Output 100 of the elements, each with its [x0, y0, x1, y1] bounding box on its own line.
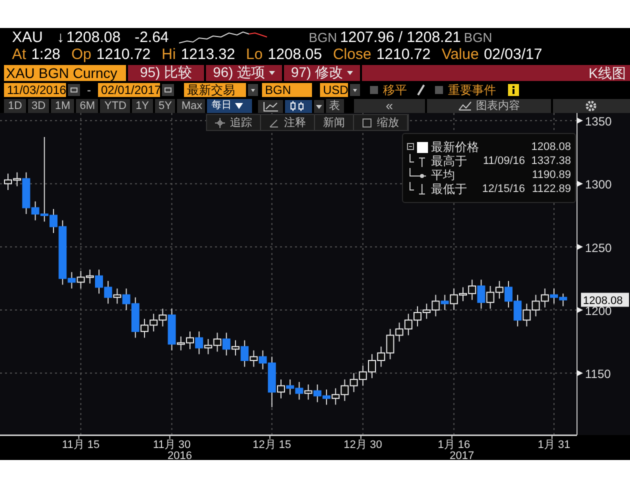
candlestick: [540, 288, 549, 308]
stat-label: Lo: [246, 46, 263, 63]
x-axis-label: 11月 15: [62, 439, 100, 451]
calendar-icon[interactable]: [68, 84, 80, 96]
security-field[interactable]: XAU BGN Curncy: [4, 65, 126, 81]
chart-tool-button[interactable]: 注释: [261, 115, 315, 130]
source-field[interactable]: BGN: [262, 83, 312, 97]
bid-source: BGN: [308, 30, 337, 44]
candlestick: [514, 294, 522, 327]
pencil-icon: [269, 118, 279, 128]
candlestick: [340, 378, 349, 402]
legend-date: 11/09/16: [482, 155, 525, 167]
line-chart-icon[interactable]: [258, 100, 283, 112]
ask-source: BGN: [464, 30, 492, 44]
chart-tool-button[interactable]: 新闻: [315, 115, 354, 130]
chart-tool-button[interactable]: 缩放: [354, 115, 408, 130]
stat-label: Hi: [162, 46, 176, 63]
settings-button[interactable]: [552, 99, 630, 113]
period-button[interactable]: 3D: [28, 99, 50, 113]
field-dropdown[interactable]: 最新交易: [184, 83, 246, 97]
period-button[interactable]: 1D: [4, 99, 26, 113]
menu-button[interactable]: 95) 比较: [128, 65, 204, 81]
candlestick: [404, 313, 412, 336]
candlestick: [150, 313, 158, 332]
candlestick: [358, 365, 367, 386]
checkbox[interactable]: [370, 86, 378, 94]
settings-icon: [585, 100, 598, 112]
candlestick: [313, 384, 322, 403]
candlestick: [422, 303, 431, 320]
stat-value: 1210.72: [376, 46, 431, 63]
chart-title: K线图: [588, 65, 626, 81]
period-button[interactable]: 1Y: [132, 99, 153, 113]
period-button[interactable]: Max: [177, 99, 206, 113]
year-label: 2016: [168, 450, 192, 460]
period-button[interactable]: YTD: [100, 99, 130, 113]
checkbox[interactable]: [435, 86, 443, 94]
stat-value: 02/03/17: [484, 46, 542, 63]
candlestick: [522, 303, 531, 327]
bid-ask: 1207.96 / 1208.21: [340, 28, 461, 46]
candlestick: [350, 372, 358, 393]
period-button[interactable]: 1M: [51, 99, 74, 113]
stat-value: 1213.32: [180, 46, 236, 63]
arrow-icon: ↓: [56, 28, 64, 46]
x-axis-label: 12月 30: [344, 439, 382, 451]
y-axis-label: 1300: [585, 178, 612, 192]
menu-button[interactable]: 97) 修改: [284, 65, 360, 81]
candlestick: [477, 279, 486, 310]
crosshair-icon: [215, 118, 225, 128]
candlestick: [213, 332, 222, 352]
square-icon: [407, 140, 429, 154]
candlestick-icon[interactable]: [284, 100, 312, 112]
frequency-dropdown[interactable]: 每日: [207, 99, 252, 113]
menu-button[interactable]: 96) 选项: [206, 65, 282, 81]
last-price-tag: 1208.08: [581, 292, 629, 307]
caret-icon[interactable]: [248, 84, 258, 96]
legend-value: 1190.89: [531, 169, 571, 181]
table-button[interactable]: 表: [326, 99, 344, 113]
stat-label: Op: [71, 46, 92, 63]
last-price: 1208.08: [66, 28, 121, 46]
legend-value: 1337.38: [530, 155, 571, 167]
x-axis-label: 1月 31: [538, 439, 570, 451]
info-icon[interactable]: [508, 84, 519, 96]
candlestick: [332, 388, 340, 406]
chart-contents-button[interactable]: 图表内容: [427, 99, 551, 113]
pencil-icon[interactable]: [417, 84, 425, 96]
legend-label: 最高于: [431, 153, 468, 169]
period-button[interactable]: 6M: [76, 99, 98, 113]
stat-value: 1:28: [31, 46, 60, 63]
stat-label: Close: [332, 46, 372, 63]
stat-label: Value: [442, 46, 479, 63]
caret-icon[interactable]: [314, 100, 324, 112]
candlestick: [468, 279, 476, 300]
candlestick: [559, 293, 568, 307]
y-axis-label: 1250: [585, 240, 612, 255]
end-date-field[interactable]: 02/01/2017: [98, 83, 160, 97]
legend-label: 平均: [431, 167, 456, 184]
start-date-field[interactable]: 11/03/2016: [4, 83, 66, 97]
period-button[interactable]: 5Y: [154, 99, 176, 113]
chart-tool-button[interactable]: 追踪: [207, 115, 261, 130]
collapse-button[interactable]: «: [354, 99, 426, 113]
year-label: 2017: [450, 450, 474, 460]
stat-value: 1208.05: [268, 46, 322, 63]
candlestick: [532, 294, 540, 317]
caret-icon[interactable]: [350, 84, 360, 96]
candlestick: [286, 378, 294, 396]
y-axis-label: 1150: [585, 367, 611, 382]
date-separator: -: [87, 83, 91, 97]
legend-label: 最低于: [431, 180, 468, 198]
legend-date: 12/15/16: [482, 183, 525, 195]
currency-field[interactable]: USD: [320, 83, 348, 97]
stat-value: 1210.72: [96, 46, 151, 63]
zoom-icon: [362, 118, 372, 128]
legend-value: 1208.08: [530, 141, 571, 153]
stat-label: At: [12, 46, 26, 63]
candlestick: [304, 384, 312, 400]
calendar-icon[interactable]: [162, 84, 174, 96]
x-axis-label: 11月 30: [152, 439, 191, 451]
legend-label: 最新价格: [431, 138, 480, 154]
x-axis-label: 12月 15: [252, 439, 292, 451]
checkbox-label: 重要事件: [448, 82, 496, 98]
